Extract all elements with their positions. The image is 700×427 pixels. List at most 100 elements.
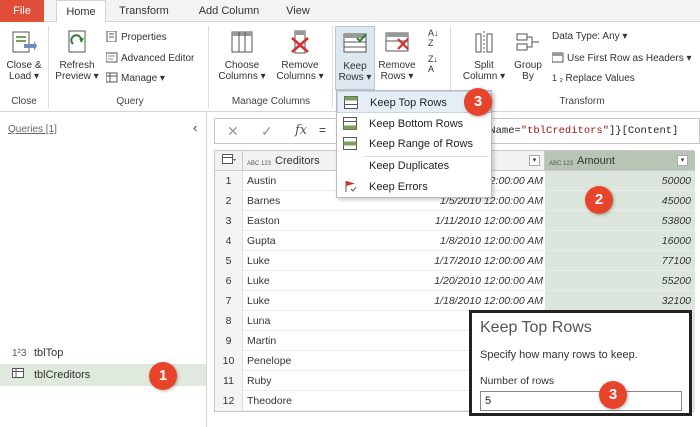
- advanced-editor-button[interactable]: Advanced Editor: [106, 52, 194, 65]
- chevron-down-icon: ▾: [405, 71, 414, 82]
- queries-title: Queries [1]: [8, 124, 57, 135]
- remove-rows-button[interactable]: Remove Rows ▾: [377, 28, 417, 82]
- use-first-row-label: Use First Row as Headers: [567, 53, 684, 64]
- group-separator: [48, 26, 49, 108]
- cancel-formula-icon[interactable]: ✕: [227, 123, 239, 140]
- group-label-transform: Transform: [559, 96, 605, 107]
- menu-item-keep-range-of-rows[interactable]: Keep Range of Rows: [337, 133, 491, 155]
- cell-amount: 16000: [661, 235, 691, 247]
- filter-dropdown-icon[interactable]: ▾: [677, 155, 688, 166]
- row-number: 3: [215, 211, 243, 231]
- tab-transform[interactable]: Transform: [112, 0, 176, 22]
- advanced-editor-icon: [106, 52, 118, 63]
- step-badge-3-menu: 3: [464, 88, 492, 116]
- dialog-description: Specify how many rows to keep.: [480, 349, 638, 361]
- keep-top-rows-icon: [344, 96, 358, 109]
- use-first-row-button[interactable]: Use First Row as Headers ▾: [552, 52, 692, 65]
- query-label: tblCreditors: [34, 369, 91, 381]
- chevron-down-icon: ▾: [363, 72, 372, 83]
- row-number: 1: [215, 171, 243, 191]
- column-header-label: Creditors: [275, 155, 320, 167]
- table-row[interactable]: 7 Luke 1/18/2010 12:00:00 AM 32100: [215, 291, 695, 311]
- query-label: tblTop: [34, 347, 64, 359]
- sort-ascending-icon: A↓ Z: [428, 28, 439, 48]
- row-number: 5: [215, 251, 243, 271]
- menu-item-label: Keep Top Rows: [370, 97, 447, 109]
- table-row[interactable]: 6 Luke 1/20/2010 12:00:00 AM 55200: [215, 271, 695, 291]
- step-badge-2: 2: [585, 186, 613, 214]
- group-label-query: Query: [116, 96, 144, 107]
- chevron-down-icon: ▾: [619, 31, 628, 42]
- formula-string: "tblCreditors": [520, 125, 610, 137]
- sort-descending-icon: Z↓ A: [428, 54, 438, 74]
- split-column-button[interactable]: Split Column ▾: [462, 28, 506, 82]
- menu-item-label: Keep Range of Rows: [369, 138, 473, 150]
- keep-bottom-rows-icon: [343, 117, 357, 130]
- filter-dropdown-icon[interactable]: ▾: [529, 155, 540, 166]
- keep-errors-icon: [345, 181, 357, 192]
- refresh-preview-button[interactable]: Refresh Preview ▾: [52, 28, 102, 82]
- keep-rows-button[interactable]: Keep Rows ▾: [335, 26, 375, 90]
- confirm-formula-icon[interactable]: ✓: [261, 123, 273, 140]
- menu-item-keep-bottom-rows[interactable]: Keep Bottom Rows: [337, 113, 491, 135]
- cell-amount: 50000: [661, 175, 691, 187]
- column-header-label: Amount: [577, 155, 615, 167]
- number-of-rows-input[interactable]: 5: [480, 391, 682, 411]
- sort-descending-button[interactable]: Z↓ A: [428, 54, 438, 74]
- remove-columns-label2: Columns: [276, 71, 316, 82]
- table-icon: [12, 365, 34, 387]
- data-type-dropdown[interactable]: Data Type: Any ▾: [552, 30, 627, 43]
- replace-values-button[interactable]: 1 ₂ Replace Values: [552, 72, 635, 85]
- properties-label: Properties: [121, 32, 167, 43]
- keep-range-of-rows-icon: [343, 137, 357, 150]
- split-column-label: Split: [474, 60, 494, 71]
- menu-item-keep-errors[interactable]: Keep Errors: [337, 176, 491, 198]
- close-load-button[interactable]: Close & Load ▾: [4, 28, 44, 82]
- chevron-down-icon: ▾: [315, 71, 324, 82]
- remove-columns-icon: [291, 30, 309, 54]
- tab-file[interactable]: File: [0, 0, 44, 22]
- tab-view[interactable]: View: [278, 0, 318, 22]
- tab-home[interactable]: Home: [56, 0, 106, 23]
- query-item-tbltop[interactable]: 1²3 tblTop: [0, 342, 206, 364]
- step-badge-1: 1: [149, 362, 177, 390]
- row-number: 10: [215, 351, 243, 371]
- cell-creditor: Easton: [247, 215, 280, 227]
- cell-creditor: Theodore: [247, 395, 292, 407]
- remove-rows-label: Remove: [378, 60, 416, 71]
- formula-text[interactable]: [Name="tblCreditors"]}[Content]: [483, 125, 678, 137]
- split-column-label2: Column: [462, 71, 498, 82]
- remove-columns-button[interactable]: Remove Columns ▾: [272, 28, 328, 82]
- remove-columns-label: Remove: [281, 60, 319, 71]
- table-row[interactable]: 5 Luke 1/17/2010 12:00:00 AM 77100: [215, 251, 695, 271]
- cell-date: 1/18/2010 12:00:00 AM: [434, 295, 543, 307]
- function-icon[interactable]: fx: [295, 123, 307, 138]
- group-label-close: Close: [11, 96, 37, 107]
- choose-columns-button[interactable]: Choose Columns ▾: [214, 28, 270, 82]
- keep-rows-label: Keep: [343, 61, 367, 72]
- cell-creditor: Luke: [247, 255, 270, 267]
- choose-columns-icon: [231, 31, 253, 53]
- cell-amount: 53800: [661, 215, 691, 227]
- table-row[interactable]: 4 Gupta 1/8/2010 12:00:00 AM 16000: [215, 231, 695, 251]
- group-by-button[interactable]: Group By: [508, 28, 548, 82]
- formula-suffix: ]}[Content]: [609, 125, 679, 137]
- group-by-label: Group: [514, 60, 542, 71]
- table-menu-icon[interactable]: [215, 151, 243, 171]
- chevron-down-icon: ▾: [157, 73, 165, 84]
- advanced-editor-label: Advanced Editor: [121, 53, 195, 64]
- cell-date: 1/20/2010 12:00:00 AM: [434, 275, 543, 287]
- manage-button[interactable]: Manage ▾: [106, 72, 165, 85]
- remove-rows-label2: Rows: [380, 71, 406, 82]
- sort-ascending-button[interactable]: A↓ Z: [428, 28, 439, 48]
- remove-rows-icon: [385, 32, 409, 52]
- table-row[interactable]: 3 Easton 1/11/2010 12:00:00 AM 53800: [215, 211, 695, 231]
- row-number: 7: [215, 291, 243, 311]
- refresh-preview-label2: Preview: [55, 71, 91, 82]
- column-header-amount[interactable]: ABC 123 Amount ▾: [545, 151, 695, 171]
- menu-item-keep-duplicates[interactable]: Keep Duplicates: [337, 155, 491, 177]
- tab-add-column[interactable]: Add Column: [186, 0, 272, 22]
- collapse-pane-icon[interactable]: ‹: [193, 120, 197, 135]
- properties-button[interactable]: Properties: [106, 31, 167, 44]
- any-type-icon: ABC 123: [247, 161, 272, 167]
